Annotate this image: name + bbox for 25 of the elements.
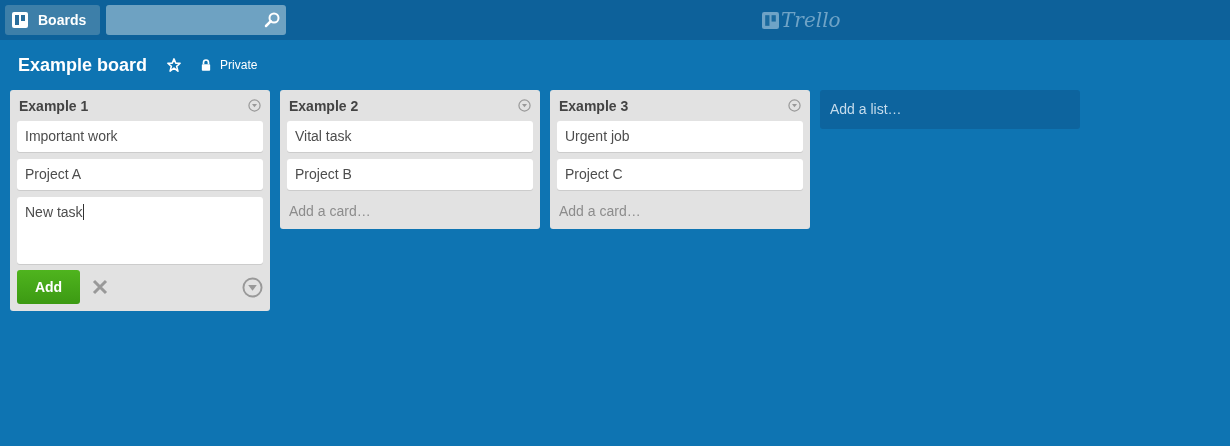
- search-icon: [264, 12, 281, 28]
- card[interactable]: Project C: [557, 159, 803, 190]
- card-input[interactable]: New task: [17, 197, 263, 264]
- dropdown-icon[interactable]: [518, 99, 531, 112]
- dropdown-icon[interactable]: [242, 276, 263, 298]
- board-icon: [12, 12, 28, 28]
- dropdown-icon[interactable]: [788, 99, 801, 112]
- card[interactable]: Project A: [17, 159, 263, 190]
- card[interactable]: Important work: [17, 121, 263, 152]
- close-icon[interactable]: [92, 279, 108, 295]
- dropdown-icon[interactable]: [248, 99, 261, 112]
- list-title[interactable]: Example 2: [289, 97, 359, 114]
- star-icon[interactable]: [167, 58, 182, 72]
- card[interactable]: Project B: [287, 159, 533, 190]
- list-title[interactable]: Example 3: [559, 97, 629, 114]
- visibility-button[interactable]: Private: [201, 58, 258, 72]
- logo-icon: [762, 11, 779, 29]
- boards-button[interactable]: Boards: [5, 5, 101, 35]
- card[interactable]: Vital task: [287, 121, 533, 152]
- board-title[interactable]: Example board: [18, 54, 148, 76]
- list-title[interactable]: Example 1: [19, 97, 89, 114]
- card[interactable]: Urgent job: [557, 121, 803, 152]
- lock-icon: [201, 59, 212, 71]
- add-list-button[interactable]: Add a list…: [820, 90, 1080, 129]
- search-field[interactable]: [106, 5, 287, 35]
